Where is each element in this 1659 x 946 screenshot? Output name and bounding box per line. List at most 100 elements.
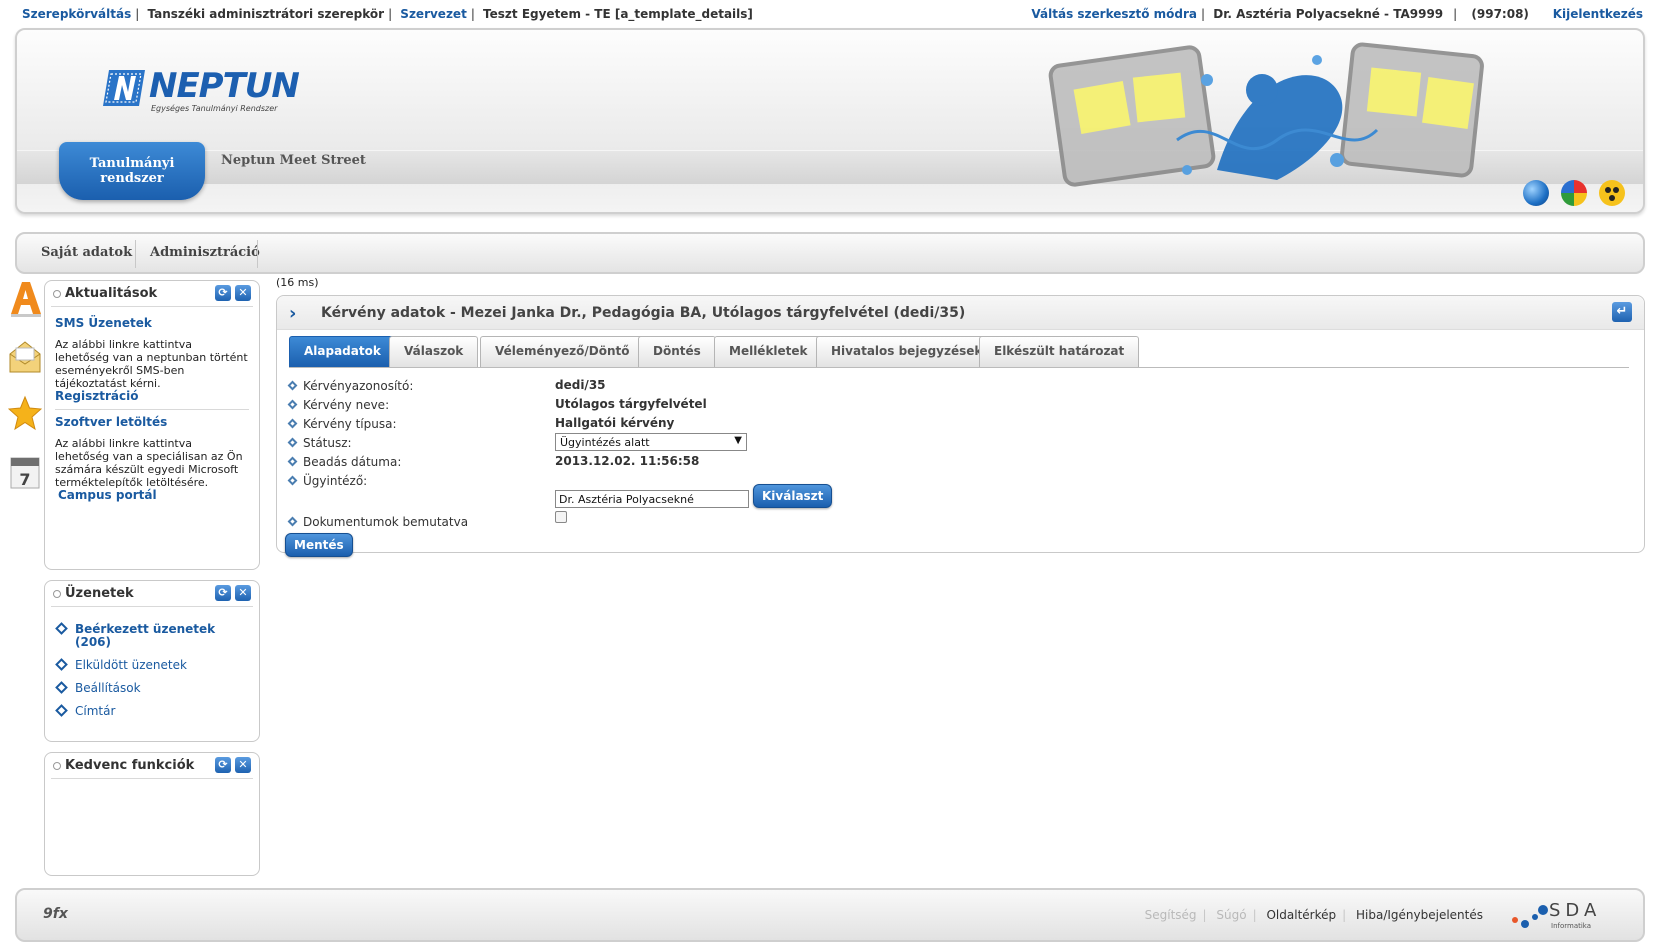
font-size-icon[interactable] <box>8 278 42 318</box>
current-role: Tanszéki adminisztrátori szerepkör <box>147 7 385 21</box>
request-tabs: Alapadatok Válaszok Véleményező/Döntő Dö… <box>289 336 1629 368</box>
request-details-panel: › Kérvény adatok - Mezei Janka Dr., Peda… <box>276 295 1645 557</box>
tab-dontes[interactable]: Döntés <box>638 336 716 367</box>
diamond-bullet-icon <box>287 456 298 467</box>
chevron-right-icon: › <box>289 303 297 324</box>
favorites-panel-header: Kedvenc funkciók ⟳ ✕ <box>51 753 253 779</box>
menu-adminisztracio[interactable]: Adminisztráció <box>150 245 260 260</box>
software-news-title[interactable]: Szoftver letöltés <box>55 416 249 429</box>
registration-link[interactable]: Regisztráció <box>55 389 138 403</box>
logo-subtitle: Egységes Tanulmányi Rendszer <box>151 104 278 113</box>
diamond-bullet-icon <box>55 704 68 717</box>
field-label: Kérvény neve: <box>303 398 390 412</box>
neptun-logo-mark-icon <box>103 70 145 106</box>
menu-divider <box>135 240 136 268</box>
menu-divider <box>257 240 258 268</box>
tab-elkeszult-hatarozat[interactable]: Elkészült határozat <box>979 336 1140 367</box>
tab-mellekletek[interactable]: Mellékletek <box>714 336 823 367</box>
tab-velemenyezo-donto[interactable]: Véleményező/Döntő <box>480 336 645 367</box>
manual-link[interactable]: Súgó <box>1216 908 1246 922</box>
field-label: Ügyintéző: <box>303 474 368 488</box>
campus-portal-link[interactable]: Campus portál <box>58 488 157 502</box>
status-select[interactable]: Ügyintézés alatt ▼ <box>555 433 747 451</box>
back-icon[interactable]: ↵ <box>1612 302 1632 322</box>
accessibility-icon[interactable] <box>1599 180 1625 206</box>
footer-links: Segítség | Súgó | Oldaltérkép | Hiba/Igényb… <box>1144 908 1483 922</box>
panel-bullet-icon <box>53 762 61 770</box>
footer: 9fx Segítség | Súgó | Oldaltérkép | Hiba/Ig… <box>15 888 1645 942</box>
favorites-panel: Kedvenc funkciók ⟳ ✕ <box>44 752 260 876</box>
refresh-icon[interactable]: ⟳ <box>215 585 231 601</box>
sda-subtitle: Informatika <box>1551 922 1592 930</box>
diamond-bullet-icon <box>287 475 298 486</box>
panel-bullet-icon <box>53 590 61 598</box>
header-decoration-image <box>1048 42 1484 187</box>
star-icon[interactable] <box>8 394 42 434</box>
edit-mode-link[interactable]: Váltás szerkesztő módra <box>1031 7 1197 21</box>
tab-neptun-meet-street[interactable]: Neptun Meet Street <box>221 153 366 168</box>
messages-panel-title: Üzenetek <box>65 586 134 601</box>
calendar-icon[interactable]: 7 <box>8 454 42 494</box>
organization-link[interactable]: Szervezet <box>400 7 467 21</box>
top-bar: Szerepkörváltás | Tanszéki adminisztrátor… <box>0 0 1659 28</box>
news-divider <box>55 409 249 410</box>
field-value: dedi/35 <box>555 378 606 392</box>
refresh-icon[interactable]: ⟳ <box>215 757 231 773</box>
news-panel: Aktualitások ⟳ ✕ SMS Üzenetek Az alábbi … <box>44 280 260 570</box>
messages-panel: Üzenetek ⟳ ✕ Beérkezett üzenetek (206) E… <box>44 580 260 742</box>
tab-hivatalos-bejegyzesek[interactable]: Hivatalos bejegyzések <box>816 336 998 367</box>
top-bar-left: Szerepkörváltás | Tanszéki adminisztrátor… <box>22 7 753 21</box>
documents-presented-checkbox[interactable] <box>555 511 567 523</box>
session-timer: (997:08) <box>1471 7 1529 21</box>
diamond-bullet-icon <box>55 681 68 694</box>
sda-dots-icon <box>1512 905 1548 928</box>
diamond-bullet-icon <box>55 622 68 635</box>
chevron-down-icon: ▼ <box>734 435 742 446</box>
news-panel-title: Aktualitások <box>65 286 158 301</box>
software-news-text: Az alábbi linkre kattintva lehetőség van… <box>55 437 243 489</box>
close-icon[interactable]: ✕ <box>235 585 251 601</box>
user-name: Dr. Asztéria Polyacsekné - TA9999 <box>1213 7 1444 21</box>
tab-alapadatok[interactable]: Alapadatok <box>289 336 396 367</box>
help-link[interactable]: Segítség <box>1145 908 1197 922</box>
sitemap-link[interactable]: Oldaltérkép <box>1266 908 1336 922</box>
logo-wordmark: NEPTUN <box>149 66 300 106</box>
footer-logo: 9fx <box>43 906 68 922</box>
envelope-icon[interactable] <box>8 336 42 376</box>
messages-directory-link[interactable]: Címtár <box>55 704 249 718</box>
role-switch-link[interactable]: Szerepkörváltás <box>22 7 131 21</box>
close-icon[interactable]: ✕ <box>235 757 251 773</box>
request-details-header: › Kérvény adatok - Mezei Janka Dr., Peda… <box>277 296 1644 330</box>
news-panel-body: SMS Üzenetek Az alábbi linkre kattintva … <box>45 307 259 508</box>
page-title: Kérvény adatok - Mezei Janka Dr., Pedagó… <box>321 305 966 321</box>
favorites-panel-title: Kedvenc funkciók <box>65 758 195 773</box>
field-label: Kérvényazonosító: <box>303 379 414 393</box>
bug-report-link[interactable]: Hiba/Igénybejelentés <box>1356 908 1483 922</box>
menu-sajat-adatok[interactable]: Saját adatok <box>41 245 132 260</box>
status-select-value: Ügyintézés alatt <box>560 436 650 449</box>
refresh-icon[interactable]: ⟳ <box>215 285 231 301</box>
clerk-input[interactable]: Dr. Asztéria Polyacsekné <box>555 490 749 508</box>
neptun-logo[interactable]: NEPTUN Egységes Tanulmányi Rendszer <box>101 66 301 116</box>
field-label: Dokumentumok bemutatva <box>303 515 469 529</box>
messages-inbox-link[interactable]: Beérkezett üzenetek (206) <box>55 622 249 649</box>
globe-icon[interactable] <box>1523 180 1550 206</box>
panel-bullet-icon <box>53 290 61 298</box>
field-label: Beadás dátuma: <box>303 455 402 469</box>
sms-news-text: Az alábbi linkre kattintva lehetőség van… <box>55 338 248 390</box>
tab-valaszok[interactable]: Válaszok <box>389 336 479 367</box>
select-clerk-button[interactable]: Kiválaszt <box>753 484 833 508</box>
logout-link[interactable]: Kijelentkezés <box>1553 7 1643 21</box>
field-value: Hallgatói kérvény <box>555 416 675 430</box>
calendar-day: 7 <box>19 470 30 489</box>
diamond-bullet-icon <box>287 399 298 410</box>
messages-settings-link[interactable]: Beállítások <box>55 681 249 695</box>
save-button[interactable]: Mentés <box>285 533 353 557</box>
messages-panel-body: Beérkezett üzenetek (206) Elküldött üzen… <box>45 607 259 734</box>
tab-tanulmanyi-rendszer[interactable]: Tanulmányi rendszer <box>59 142 205 200</box>
close-icon[interactable]: ✕ <box>235 285 251 301</box>
color-palette-icon[interactable] <box>1561 180 1588 206</box>
messages-sent-link[interactable]: Elküldött üzenetek <box>55 658 249 672</box>
sms-news-title[interactable]: SMS Üzenetek <box>55 317 249 330</box>
diamond-bullet-icon <box>287 516 298 527</box>
